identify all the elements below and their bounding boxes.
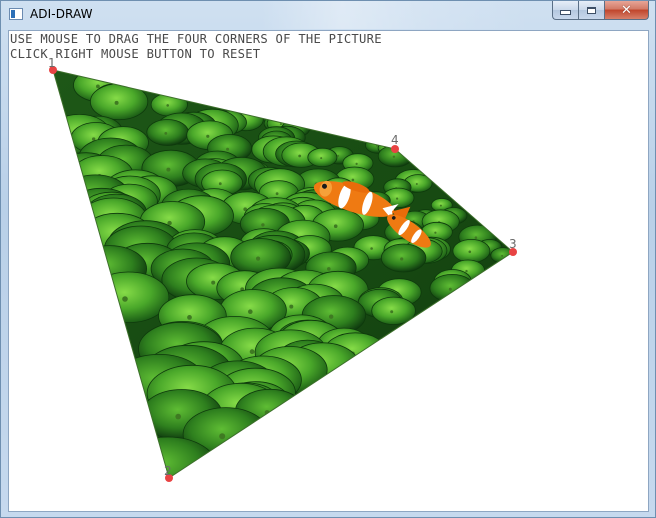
window-title: ADI-DRAW [30, 7, 93, 21]
app-window: ADI-DRAW ✕ USE MOUSE TO DRAG THE FOUR CO… [0, 0, 656, 518]
anemone-tentacle-tip [298, 154, 302, 158]
anemone-tentacle [452, 238, 491, 263]
anemone-tentacle-tip [187, 315, 192, 320]
corner-label-2: 2 [164, 464, 172, 478]
distorted-picture-canvas[interactable]: 1 2 3 4 [9, 31, 648, 511]
maximize-button[interactable] [578, 1, 604, 20]
anemone-tentacle [146, 119, 189, 146]
anemone-tentacle-tip [175, 413, 181, 420]
anemone-tentacle-tip [390, 310, 394, 314]
anemone-tentacle-tip [333, 224, 338, 228]
anemone-tentacle [89, 83, 149, 121]
corner-label-1: 1 [48, 56, 56, 70]
anemone-picture [53, 70, 513, 478]
anemone-tentacle-tip [166, 167, 171, 172]
drawing-canvas[interactable]: USE MOUSE TO DRAG THE FOUR CORNERS OF TH… [8, 30, 649, 512]
anemone-tentacle-tip [448, 287, 452, 291]
anemone-tentacle-tip [474, 236, 478, 239]
anemone-tentacle-tip [279, 123, 282, 126]
anemone-tentacle-tip [337, 154, 340, 157]
anemone-tentacle-tip [370, 247, 373, 250]
title-bar[interactable]: ADI-DRAW ✕ [1, 1, 655, 30]
anemone-tentacle-tip [167, 220, 172, 226]
corner-label-3: 3 [509, 237, 517, 251]
maximize-icon [587, 6, 596, 14]
anemone-tentacle-tip [211, 280, 216, 285]
anemone-tentacle-tip [400, 257, 404, 261]
anemone-tentacle-tip [355, 162, 358, 165]
anemone-tentacle-tip [327, 267, 331, 271]
app-icon[interactable] [9, 8, 23, 20]
anemone-tentacle-tip [320, 157, 323, 160]
anemone-tentacle-tip [164, 132, 168, 135]
close-button[interactable]: ✕ [604, 1, 649, 20]
anemone-tentacle-tip [218, 182, 222, 186]
anemone-tentacle-tip [465, 269, 468, 273]
close-icon: ✕ [621, 2, 632, 18]
anemone-tentacle-tip [248, 309, 253, 315]
anemone-tentacle-tip [122, 296, 128, 302]
anemone-tentacle-tip [396, 197, 399, 200]
anemone-tentacle-tip [261, 223, 265, 227]
anemone-tentacle-tip [439, 204, 442, 207]
anemone-tentacle-tip [219, 433, 226, 440]
anemone-tentacle-tip [96, 84, 100, 89]
anemone-tentacle-tip [166, 104, 169, 107]
anemone-tentacle [307, 147, 338, 168]
caption-buttons: ✕ [552, 1, 649, 21]
anemone-tentacle-tip [249, 349, 255, 355]
anemone-tentacle-tip [206, 134, 210, 138]
anemone-tentacle-tip [434, 231, 437, 234]
anemone-tentacle-tip [289, 304, 294, 309]
minimize-icon [560, 10, 571, 15]
anemone-tentacle-tip [329, 314, 334, 319]
anemone-tentacle-tip [103, 267, 109, 273]
anemone-tentacles [53, 70, 513, 478]
anemone-tentacle-tip [256, 256, 261, 261]
anemone-tentacle-tip [351, 178, 355, 182]
anemone-tentacle-tip [415, 183, 418, 185]
minimize-button[interactable] [552, 1, 578, 20]
anemone-tentacle-tip [501, 254, 504, 257]
corner-label-4: 4 [391, 133, 399, 147]
anemone-tentacle-tip [226, 147, 230, 151]
anemone-tentacle-tip [275, 192, 279, 196]
anemone-tentacle-tip [114, 100, 119, 105]
anemone-tentacle-tip [392, 155, 396, 158]
anemone-tentacle [87, 271, 170, 323]
anemone-tentacle [429, 273, 475, 303]
anemone-tentacle [380, 243, 427, 273]
anemone-tentacle-tip [468, 250, 472, 254]
